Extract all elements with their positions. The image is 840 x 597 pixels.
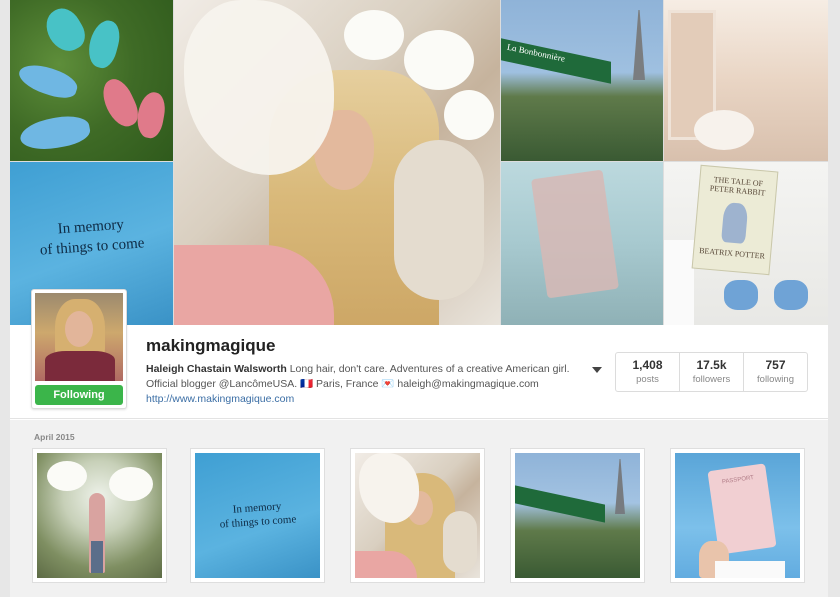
stat-following[interactable]: 757 following [744, 353, 807, 391]
profile-full-name: Haleigh Chastain Walsworth [146, 363, 287, 375]
stat-value: 17.5k [696, 358, 727, 372]
passport-shape [530, 169, 620, 299]
left-frame [0, 0, 10, 597]
photo-feed: April 2015 In memory of things to come P… [10, 420, 828, 597]
cover-photo-peter-rabbit[interactable]: THE TALE OF PETER RABBIT BEATRIX POTTER [664, 162, 828, 325]
profile-website-link[interactable]: http://www.makingmagique.com [146, 393, 294, 405]
blossom [47, 461, 87, 491]
following-button[interactable]: Following [35, 385, 123, 405]
stat-value: 757 [765, 358, 786, 372]
rabbit-illustration [721, 202, 749, 244]
stat-label: posts [636, 374, 659, 385]
cover-photo-tea-room[interactable] [664, 0, 828, 161]
shoe-shape [17, 112, 93, 154]
flower-petal [184, 0, 334, 175]
profile-stats: 1,408 posts 17.5k followers 757 followin… [615, 352, 808, 392]
round-frame [394, 140, 484, 300]
book-author: BEATRIX POTTER [698, 246, 766, 261]
feed-photo[interactable] [510, 448, 645, 583]
thumb-caption: In memory of things to come [195, 497, 320, 534]
profile-bio: Haleigh Chastain Walsworth Long hair, do… [146, 362, 606, 392]
feed-photo[interactable]: PASSPORT [670, 448, 805, 583]
feed-photo[interactable] [350, 448, 485, 583]
photo-memory-text: In memory of things to come [195, 453, 320, 578]
photo-girl-in-blossoms [37, 453, 162, 578]
chevron-down-icon[interactable] [592, 367, 602, 373]
stat-label: followers [692, 374, 731, 385]
shoe-shape [96, 74, 144, 132]
cafe-sign: La Bonbonnière [507, 41, 565, 64]
cover-photo-selfie[interactable] [174, 0, 500, 325]
passport-label: PASSPORT [721, 475, 755, 486]
sleeve-shape [715, 561, 785, 578]
stat-value: 1,408 [632, 358, 663, 372]
bio-line-2: Official blogger @LancômeUSA. 🇫🇷 Paris, … [146, 378, 539, 390]
shoe-shape [134, 90, 168, 140]
cover-photo-shoes[interactable] [10, 0, 173, 161]
avatar-top-shape [45, 351, 115, 381]
cover-photo-passport[interactable] [501, 162, 663, 325]
memory-caption: In memory of things to come [10, 211, 173, 262]
shoe-shape [774, 280, 808, 310]
feed-date-label: April 2015 [34, 432, 75, 442]
stat-posts[interactable]: 1,408 posts [616, 353, 680, 391]
blossom [109, 467, 153, 501]
avatar-face-shape [65, 311, 93, 347]
sleeve-shape [664, 240, 694, 325]
photo-passport: PASSPORT [675, 453, 800, 578]
photo-paris-cafe [515, 453, 640, 578]
bio-line-1: Long hair, don't care. Adventures of a c… [286, 363, 570, 375]
profile-header: Following makingmagique Haleigh Chastain… [10, 289, 828, 419]
photo-selfie [355, 453, 480, 578]
book-title: THE TALE OF PETER RABBIT [709, 175, 766, 198]
feed-photo[interactable] [32, 448, 167, 583]
shoe-shape [724, 280, 758, 310]
cafe-awning: La Bonbonnière [501, 38, 611, 84]
eiffel-tower-shape [633, 10, 645, 80]
book-shape: THE TALE OF PETER RABBIT BEATRIX POTTER [691, 164, 779, 276]
blossom [444, 90, 494, 140]
round-frame [443, 511, 477, 573]
stat-followers[interactable]: 17.5k followers [680, 353, 744, 391]
blossom [344, 10, 404, 60]
eiffel-tower-shape [615, 459, 625, 514]
avatar-card: Following [31, 289, 127, 409]
cover-mosaic: In memory of things to come La Bonbonniè… [10, 0, 828, 325]
table-shape [694, 110, 754, 150]
avatar[interactable] [35, 293, 123, 381]
cover-photo-paris-cafe[interactable]: La Bonbonnière [501, 0, 663, 161]
stat-label: following [757, 374, 794, 385]
profile-username: makingmagique [146, 336, 276, 355]
shoe-shape [39, 2, 91, 58]
flower-petal [359, 453, 419, 523]
feed-photo[interactable]: In memory of things to come [190, 448, 325, 583]
girl-legs [91, 541, 103, 573]
shoe-shape [84, 17, 124, 71]
cafe-awning [515, 485, 605, 523]
shoe-shape [15, 59, 81, 103]
right-frame [828, 0, 840, 597]
